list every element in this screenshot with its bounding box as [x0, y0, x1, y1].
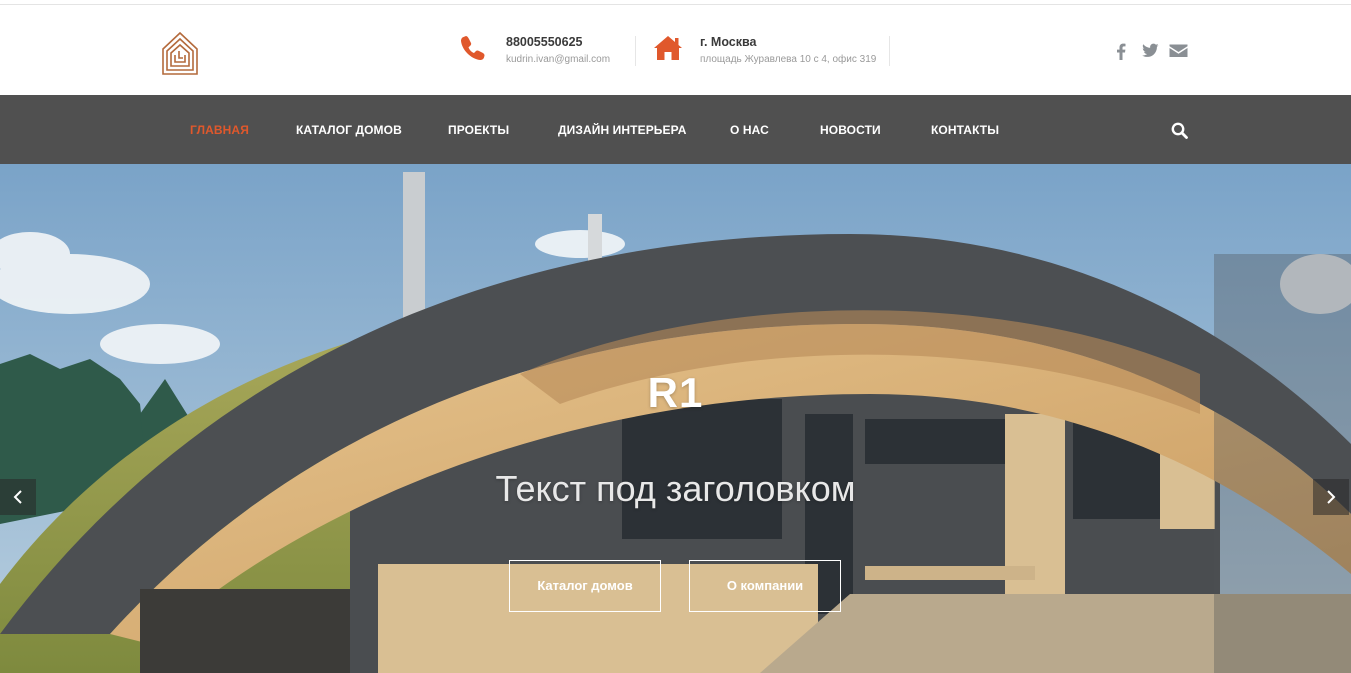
nav-item-interior-design[interactable]: ДИЗАЙН ИНТЕРЬЕРА [558, 123, 686, 137]
nav-item-contacts[interactable]: КОНТАКТЫ [931, 123, 999, 137]
slider-prev-button[interactable] [0, 479, 36, 515]
divider [635, 36, 636, 66]
about-company-button[interactable]: О компании [689, 560, 841, 612]
catalog-button[interactable]: Каталог домов [509, 560, 661, 612]
chevron-left-icon [13, 490, 22, 504]
nav-item-about[interactable]: О НАС [730, 123, 769, 137]
hero-slider: R1 Текст под заголовком Каталог домов О … [0, 164, 1351, 673]
nav-item-home[interactable]: ГЛАВНАЯ [190, 123, 249, 137]
hero-background-image [0, 164, 1351, 673]
twitter-icon[interactable] [1142, 43, 1159, 61]
phone-number[interactable]: 88005550625 [506, 35, 582, 49]
main-nav: ГЛАВНАЯ КАТАЛОГ ДОМОВ ПРОЕКТЫ ДИЗАЙН ИНТ… [0, 95, 1351, 164]
email-link[interactable]: kudrin.ivan@gmail.com [506, 54, 610, 65]
envelope-icon[interactable] [1169, 43, 1188, 61]
hero-subtitle: Текст под заголовком [495, 468, 856, 509]
slider-next-button[interactable] [1313, 479, 1349, 515]
city: г. Москва [700, 35, 757, 49]
house-logo-icon[interactable] [160, 29, 200, 77]
search-icon[interactable] [1171, 122, 1188, 139]
phone-contact: 88005550625 kudrin.ivan@gmail.com [458, 31, 628, 69]
home-icon [652, 33, 686, 67]
site-header: 88005550625 kudrin.ivan@gmail.com г. Мос… [0, 5, 1351, 95]
hero-title: R1 [647, 369, 704, 416]
nav-item-projects[interactable]: ПРОЕКТЫ [448, 123, 509, 137]
nav-item-catalog[interactable]: КАТАЛОГ ДОМОВ [296, 123, 402, 137]
nav-item-news[interactable]: НОВОСТИ [820, 123, 881, 137]
phone-icon [458, 33, 492, 67]
address-contact: г. Москва площадь Журавлева 10 с 4, офис… [652, 31, 882, 69]
street-address: площадь Журавлева 10 с 4, офис 319 [700, 54, 877, 65]
facebook-icon[interactable] [1116, 43, 1126, 61]
chevron-right-icon [1327, 490, 1336, 504]
divider [889, 36, 890, 66]
